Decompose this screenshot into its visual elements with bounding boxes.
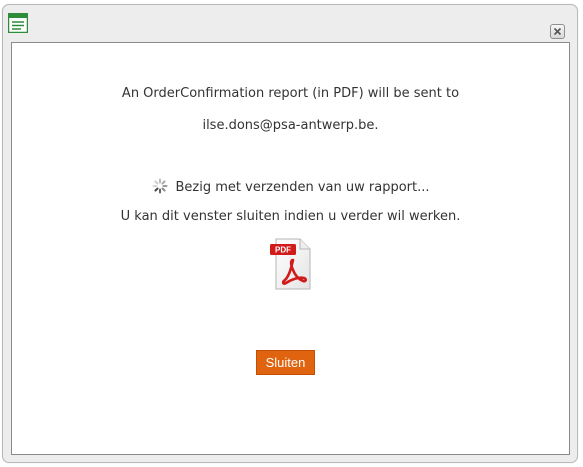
pdf-badge-label: PDF xyxy=(275,246,291,255)
sending-status: Bezig met verzenden van uw rapport... xyxy=(12,178,569,195)
recipient-email: ilse.dons@psa-antwerp.be. xyxy=(202,118,379,133)
loading-spinner-icon xyxy=(152,178,167,194)
pdf-file-icon: PDF xyxy=(270,238,311,290)
dialog-content: An OrderConfirmation report (in PDF) wil… xyxy=(11,42,570,455)
close-button[interactable] xyxy=(550,24,565,39)
sluiten-button[interactable]: Sluiten xyxy=(256,350,315,375)
close-icon xyxy=(553,27,562,36)
sending-status-text: Bezig met verzenden van uw rapport... xyxy=(175,180,430,195)
close-hint: U kan dit venster sluiten indien u verde… xyxy=(120,209,461,224)
report-window-icon xyxy=(8,13,28,33)
message-line-1: An OrderConfirmation report (in PDF) wil… xyxy=(121,86,460,101)
dialog-window: An OrderConfirmation report (in PDF) wil… xyxy=(2,4,578,463)
dialog-titlebar xyxy=(3,5,577,40)
